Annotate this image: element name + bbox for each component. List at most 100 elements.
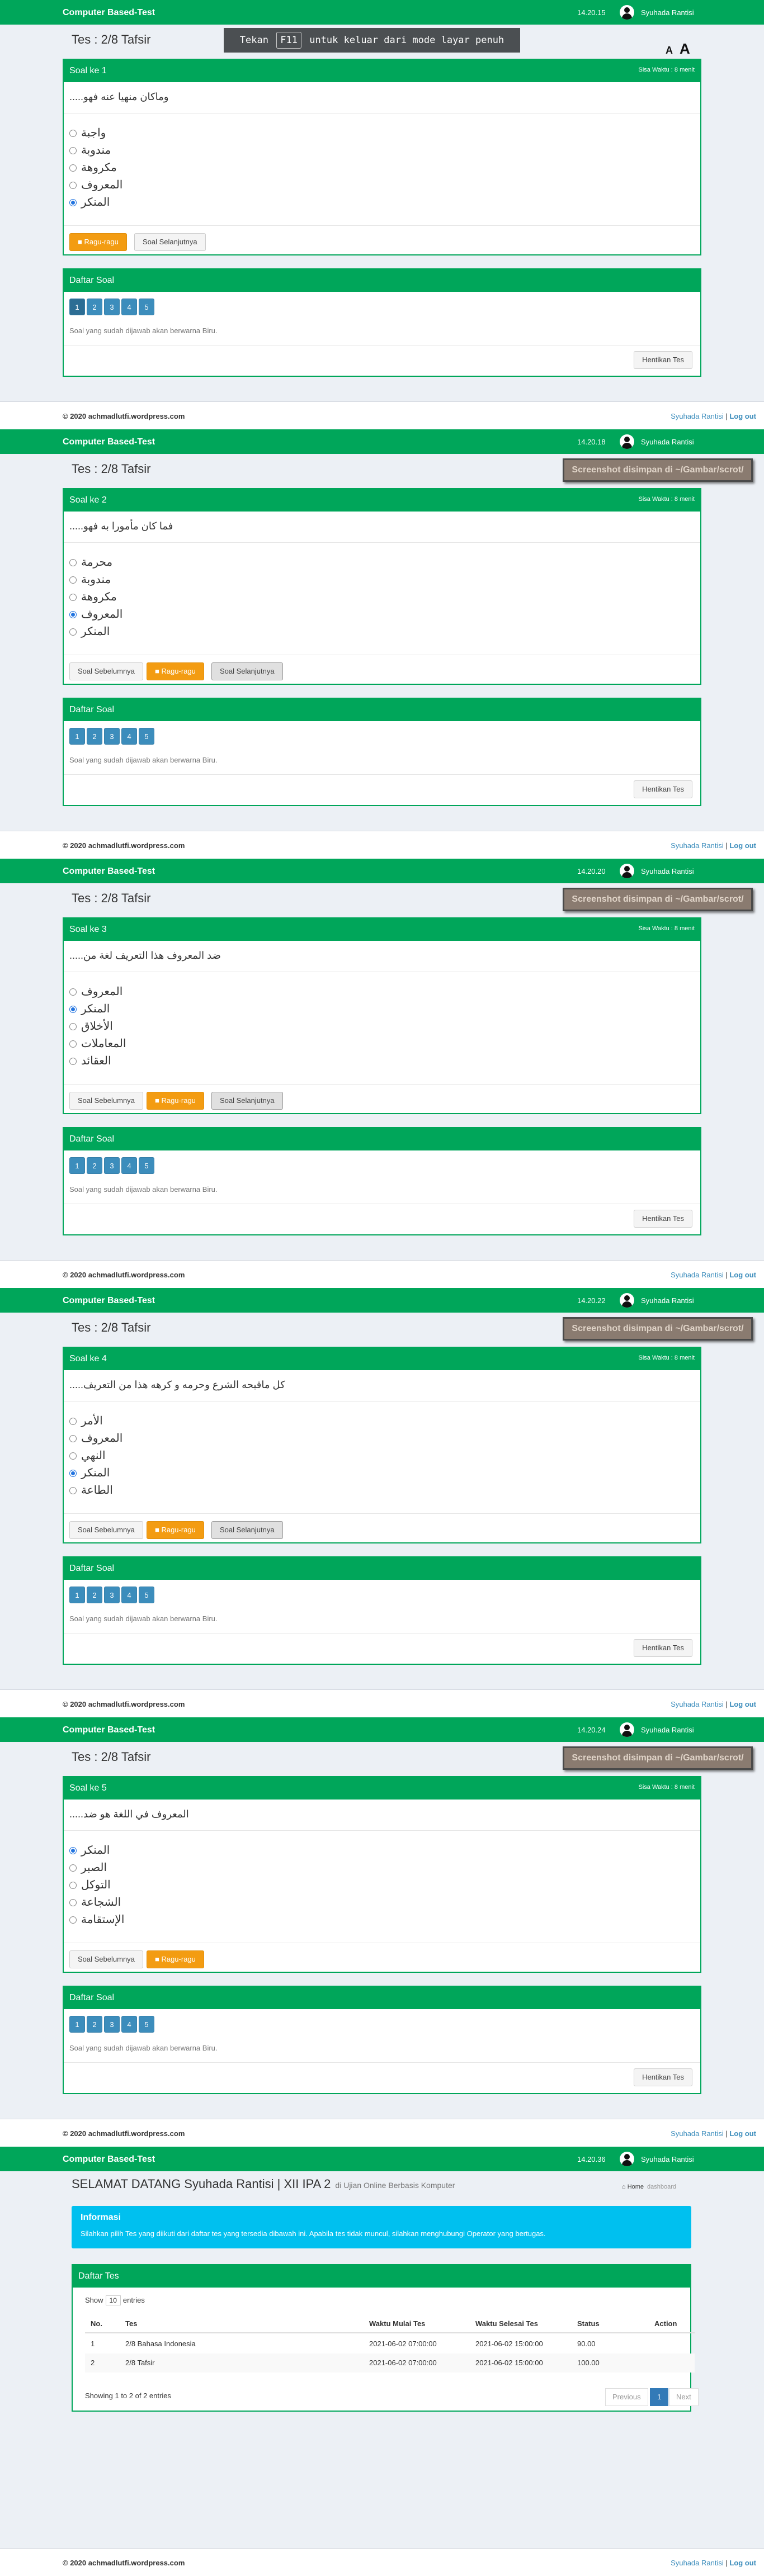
question-number-button[interactable]: 3: [104, 2016, 120, 2033]
breadcrumb-home[interactable]: Home: [628, 2184, 644, 2190]
radio-button[interactable]: [69, 147, 77, 155]
answer-option[interactable]: مندوبة: [69, 142, 111, 159]
answer-option[interactable]: المنكر: [69, 1465, 110, 1481]
answer-option[interactable]: المنكر: [69, 194, 110, 211]
user-avatar-icon[interactable]: [620, 5, 634, 20]
table-row[interactable]: 2 2/8 Tafsir 2021-06-02 07:00:00 2021-06-02…: [85, 2354, 695, 2373]
font-decrease-button[interactable]: A: [666, 45, 673, 56]
user-name[interactable]: Syuhada Rantisi: [641, 8, 694, 17]
radio-button[interactable]: [69, 1847, 77, 1855]
radio-button[interactable]: [69, 988, 77, 996]
column-header[interactable]: Waktu Mulai Tes: [369, 2314, 425, 2333]
answer-option[interactable]: العقائد: [69, 1053, 111, 1069]
answer-option[interactable]: المنكر: [69, 623, 110, 640]
radio-button[interactable]: [69, 1418, 77, 1426]
logout-link[interactable]: Log out: [729, 841, 756, 850]
question-number-button[interactable]: 4: [121, 1157, 137, 1174]
user-avatar-icon[interactable]: [620, 1293, 634, 1308]
page-1-button[interactable]: 1: [650, 2388, 669, 2406]
next-page-button[interactable]: Next: [669, 2388, 699, 2406]
table-row[interactable]: 1 2/8 Bahasa Indonesia 2021-06-02 07:00:00…: [85, 2334, 695, 2354]
answer-option[interactable]: التوكل: [69, 1877, 111, 1893]
logout-link[interactable]: Log out: [729, 412, 756, 420]
next-question-button[interactable]: Soal Selanjutnya: [134, 233, 206, 251]
radio-button[interactable]: [69, 594, 77, 602]
entries-select[interactable]: 10: [105, 2295, 121, 2305]
stop-test-button[interactable]: Hentikan Tes: [634, 2068, 692, 2086]
question-number-button[interactable]: 1: [69, 1157, 85, 1174]
answer-option[interactable]: واجبة: [69, 125, 106, 141]
question-number-button[interactable]: 3: [104, 728, 120, 745]
stop-test-button[interactable]: Hentikan Tes: [634, 351, 692, 369]
prev-question-button[interactable]: Soal Sebelumnya: [69, 1521, 143, 1539]
radio-button[interactable]: [69, 164, 77, 172]
answer-option[interactable]: مكروهة: [69, 589, 117, 605]
user-avatar-icon[interactable]: [620, 864, 634, 878]
column-header[interactable]: Waktu Selesai Tes: [475, 2314, 538, 2333]
radio-button[interactable]: [69, 1058, 77, 1066]
answer-option[interactable]: المعروف: [69, 177, 122, 193]
radio-button[interactable]: [69, 199, 77, 207]
brand-title[interactable]: Computer Based-Test: [63, 1296, 155, 1306]
radio-button[interactable]: [69, 182, 77, 190]
stop-test-button[interactable]: Hentikan Tes: [634, 1639, 692, 1657]
question-number-button[interactable]: 3: [104, 1587, 120, 1603]
stop-test-button[interactable]: Hentikan Tes: [634, 780, 692, 798]
doubtful-button[interactable]: ■ Ragu-ragu: [69, 233, 127, 251]
answer-option[interactable]: المنكر: [69, 1842, 110, 1859]
answer-option[interactable]: محرمة: [69, 554, 112, 571]
doubtful-button[interactable]: ■ Ragu-ragu: [147, 1092, 204, 1110]
user-avatar-icon[interactable]: [620, 1722, 634, 1737]
question-number-button[interactable]: 5: [139, 1157, 154, 1174]
logout-link[interactable]: Log out: [729, 2559, 756, 2567]
question-number-button[interactable]: 4: [121, 1587, 137, 1603]
font-increase-button[interactable]: A: [680, 40, 690, 57]
user-name[interactable]: Syuhada Rantisi: [641, 2155, 694, 2163]
question-number-button[interactable]: 5: [139, 1587, 154, 1603]
question-number-button[interactable]: 5: [139, 299, 154, 315]
logout-link[interactable]: Log out: [729, 1271, 756, 1279]
answer-option[interactable]: المعاملات: [69, 1035, 126, 1052]
answer-option[interactable]: المنكر: [69, 1001, 110, 1017]
radio-button[interactable]: [69, 1916, 77, 1924]
user-avatar-icon[interactable]: [620, 434, 634, 449]
brand-title[interactable]: Computer Based-Test: [63, 866, 155, 877]
question-number-button[interactable]: 5: [139, 728, 154, 745]
radio-button[interactable]: [69, 576, 77, 584]
column-header[interactable]: No.: [91, 2314, 102, 2333]
brand-title[interactable]: Computer Based-Test: [63, 2154, 155, 2165]
prev-question-button[interactable]: Soal Sebelumnya: [69, 1950, 143, 1968]
user-avatar-icon[interactable]: [620, 2152, 634, 2166]
answer-option[interactable]: الإستقامة: [69, 1911, 124, 1928]
answer-option[interactable]: المعروف: [69, 1430, 122, 1447]
answer-option[interactable]: المعروف: [69, 606, 122, 623]
radio-button[interactable]: [69, 628, 77, 636]
prev-page-button[interactable]: Previous: [605, 2388, 648, 2406]
question-number-button[interactable]: 1: [69, 2016, 85, 2033]
answer-option[interactable]: الطاعة: [69, 1482, 113, 1499]
question-number-button[interactable]: 4: [121, 728, 137, 745]
radio-button[interactable]: [69, 1470, 77, 1478]
doubtful-button[interactable]: ■ Ragu-ragu: [147, 662, 204, 680]
radio-button[interactable]: [69, 1899, 77, 1907]
radio-button[interactable]: [69, 1864, 77, 1872]
question-number-button[interactable]: 1: [69, 299, 85, 315]
answer-option[interactable]: الشجاعة: [69, 1894, 121, 1911]
question-number-button[interactable]: 3: [104, 299, 120, 315]
answer-option[interactable]: مكروهة: [69, 159, 117, 176]
question-number-button[interactable]: 4: [121, 299, 137, 315]
column-header[interactable]: Tes: [125, 2314, 137, 2333]
answer-option[interactable]: المعروف: [69, 983, 122, 1000]
question-number-button[interactable]: 1: [69, 1587, 85, 1603]
stop-test-button[interactable]: Hentikan Tes: [634, 1210, 692, 1228]
question-number-button[interactable]: 4: [121, 2016, 137, 2033]
user-name[interactable]: Syuhada Rantisi: [641, 1296, 694, 1305]
user-name[interactable]: Syuhada Rantisi: [641, 438, 694, 446]
answer-option[interactable]: الصبر: [69, 1859, 107, 1876]
question-number-button[interactable]: 3: [104, 1157, 120, 1174]
question-number-button[interactable]: 5: [139, 2016, 154, 2033]
user-name[interactable]: Syuhada Rantisi: [641, 867, 694, 875]
logout-link[interactable]: Log out: [729, 2129, 756, 2138]
question-number-button[interactable]: 1: [69, 728, 85, 745]
radio-button[interactable]: [69, 130, 77, 138]
